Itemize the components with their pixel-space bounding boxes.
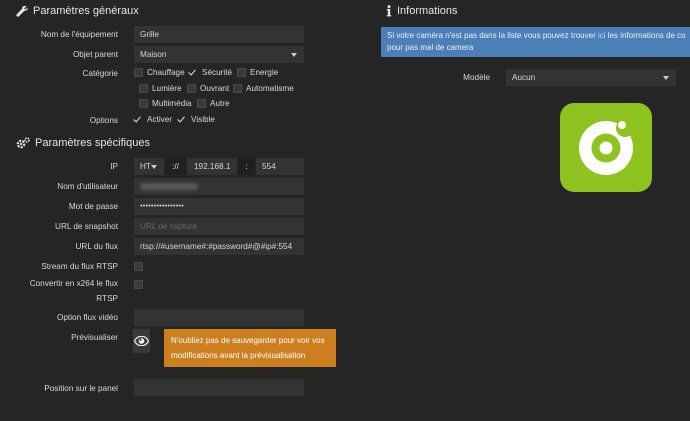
snapshot-url-label: URL de snapshot [55,222,118,231]
ip-input[interactable]: 192.168.1 [187,158,237,175]
info-section-title: Informations [386,5,458,17]
preview-warning-line1: N'oubliez pas de sauvegarder pour voir v… [171,336,325,345]
camera-logo-icon [560,103,652,192]
category-checkbox-chauffage[interactable]: Chauffage [134,68,185,77]
ip-label: IP [110,162,118,171]
category-checkbox-ouvrant[interactable]: Ouvrant [187,84,229,93]
option-checkbox-visible[interactable]: Visible [177,115,215,124]
general-title-text: Paramètres généraux [33,5,139,17]
x264-label-line1: Convertir en x264 le flux [29,279,118,288]
username-blurred [140,183,198,191]
specific-section-title: Paramètres spécifiques [16,137,150,149]
snapshot-url-input[interactable]: URL de capture [134,218,304,235]
cogs-icon [16,137,30,149]
info-title-text: Informations [397,5,458,17]
preview-warning: N'oubliez pas de sauvegarder pour voir v… [164,329,336,367]
general-section-title: Paramètres généraux [16,5,139,17]
alert-text-part1: Si votre caméra n'est pas dans la liste … [387,31,596,40]
eye-icon [134,336,149,346]
x264-label-line2: RTSP [96,294,118,303]
info-icon [386,5,392,17]
model-select[interactable]: Aucun [506,69,676,86]
category-checkbox-automatisme[interactable]: Automatisme [233,84,294,93]
panel-position-label: Position sur le panel [44,384,118,393]
rtsp-stream-label: Stream du flux RTSP [41,262,118,271]
category-chauffage-label: Chauffage [147,68,185,77]
option-checkbox-activer[interactable]: Activer [133,115,172,124]
port-separator: : [238,158,255,175]
option-visible-label: Visible [191,115,215,124]
stream-url-input[interactable]: rtsp://#username#:#password#@#ip#:554 [134,238,304,255]
rtsp-stream-checkbox[interactable] [134,262,143,271]
category-ouvrant-label: Ouvrant [200,84,230,93]
category-checkbox-multimedia[interactable]: Multimédia [139,99,192,108]
video-option-label: Option flux vidéo [57,313,118,322]
model-value: Aucun [512,73,536,82]
alert-text-part2: les informations de co [607,31,686,40]
protocol-select[interactable]: HT [134,158,164,175]
port-input[interactable]: 554 [256,158,304,175]
category-securite-label: Sécurité [202,68,233,77]
x264-convert-checkbox[interactable] [134,280,143,289]
category-automatisme-label: Automatisme [246,84,294,93]
equipment-name-label: Nom de l'équipement [40,30,118,39]
parent-object-select[interactable]: Maison [134,46,304,63]
wrench-icon [16,5,28,17]
category-checkbox-autre[interactable]: Autre [197,99,230,108]
options-label: Options [89,116,118,125]
parent-object-value: Maison [140,50,167,59]
alert-text-line2: pour pas mal de camera [387,42,474,52]
password-input[interactable]: •••••••••••••••• [134,198,304,215]
username-input[interactable] [134,178,304,195]
category-checkbox-energie[interactable]: Energie [237,68,278,77]
category-label: Catégorie [82,69,118,78]
equipment-name-input[interactable]: Grille [134,26,304,43]
camera-logo-graphic [579,119,634,175]
specific-title-text: Paramètres spécifiques [35,137,150,149]
camera-info-alert: Si votre caméra n'est pas dans la liste … [381,27,690,57]
protocol-value: HT [140,162,151,171]
parent-object-label: Objet parent [72,50,118,59]
password-label: Mot de passe [68,202,118,211]
preview-warning-line2: modifications avant la prévisualisation [171,351,306,360]
username-label: Nom d'utilisateur [57,182,118,191]
category-checkbox-securite[interactable]: Sécurité [188,68,232,77]
stream-url-label: URL du flux [75,242,118,251]
category-multimedia-label: Multimédia [152,99,192,108]
alert-link[interactable]: ici [598,31,606,40]
category-checkbox-lumiere[interactable]: Lumière [139,84,182,93]
category-lumiere-label: Lumière [152,84,182,93]
panel-position-input[interactable] [134,379,304,396]
preview-button[interactable] [133,329,150,353]
category-energie-label: Energie [250,68,279,77]
scheme-separator: :// [165,158,186,175]
video-option-input[interactable] [134,309,304,326]
category-autre-label: Autre [210,99,230,108]
preview-label: Prévisualiser [71,333,118,342]
model-label: Modèle [463,73,490,82]
option-activer-label: Activer [147,115,173,124]
